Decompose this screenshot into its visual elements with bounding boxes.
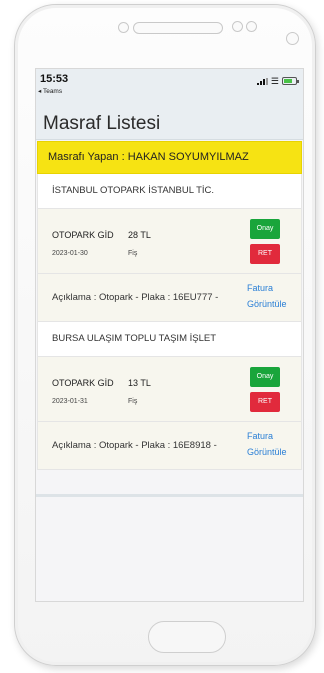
approve-button[interactable]: Onay <box>250 219 280 239</box>
expense-description: Açıklama : Otopark - Plaka : 16E8918 - <box>52 440 217 451</box>
sensor-icon <box>246 21 257 32</box>
signal-icon <box>256 77 268 85</box>
reject-button[interactable]: RET <box>250 392 280 412</box>
sensor-icon <box>118 22 129 33</box>
page-title: Masraf Listesi <box>43 113 161 134</box>
battery-icon <box>282 77 299 85</box>
status-time: 15:53 <box>40 73 69 85</box>
document-type: Fiş <box>128 398 138 405</box>
expense-type: OTOPARK GİD <box>52 230 114 240</box>
wifi-icon: ☰ <box>270 76 279 86</box>
company-name: BURSA ULAŞIM TOPLU TAŞIM İŞLET <box>38 322 301 357</box>
expense-amount: 28 TL <box>128 230 151 240</box>
expense-card: İSTANBUL OTOPARK İSTANBUL TİC. OTOPARK G… <box>37 174 302 322</box>
expense-description: Açıklama : Otopark - Plaka : 16EU777 - <box>52 292 219 303</box>
home-button[interactable] <box>148 621 226 653</box>
app-screen: 15:53 ◂ Teams ☰ Masraf Listesi Masrafı Y… <box>35 68 304 602</box>
list-bottom-divider <box>36 494 303 497</box>
expense-amount: 13 TL <box>128 378 151 388</box>
status-icons: ☰ <box>256 76 299 86</box>
reject-button[interactable]: RET <box>250 244 280 264</box>
expense-card: BURSA ULAŞIM TOPLU TAŞIM İŞLET OTOPARK G… <box>37 322 302 470</box>
expense-owner-banner: Masrafı Yapan : HAKAN SOYUMYILMAZ <box>37 141 302 174</box>
description-row: Açıklama : Otopark - Plaka : 16EU777 - F… <box>38 274 301 322</box>
back-to-teams-link[interactable]: ◂ Teams <box>38 87 62 95</box>
expense-date: 2023-01-30 <box>52 250 88 257</box>
document-type: Fiş <box>128 250 138 257</box>
sensor-icon <box>232 21 243 32</box>
expense-list: Masrafı Yapan : HAKAN SOYUMYILMAZ İSTANB… <box>36 141 303 470</box>
expense-row: OTOPARK GİD 2023-01-30 28 TL Fiş Onay RE… <box>38 209 301 274</box>
camera-icon <box>286 32 299 45</box>
expense-date: 2023-01-31 <box>52 398 88 405</box>
status-bar: 15:53 ◂ Teams ☰ <box>36 69 303 97</box>
view-invoice-link[interactable]: Fatura Görüntüle <box>247 280 299 312</box>
expense-row: OTOPARK GİD 2023-01-31 13 TL Fiş Onay RE… <box>38 357 301 422</box>
speaker-grille <box>133 22 223 34</box>
company-name: İSTANBUL OTOPARK İSTANBUL TİC. <box>38 174 301 209</box>
approve-button[interactable]: Onay <box>250 367 280 387</box>
expense-type: OTOPARK GİD <box>52 378 114 388</box>
description-row: Açıklama : Otopark - Plaka : 16E8918 - F… <box>38 422 301 470</box>
view-invoice-link[interactable]: Fatura Görüntüle <box>247 428 299 460</box>
